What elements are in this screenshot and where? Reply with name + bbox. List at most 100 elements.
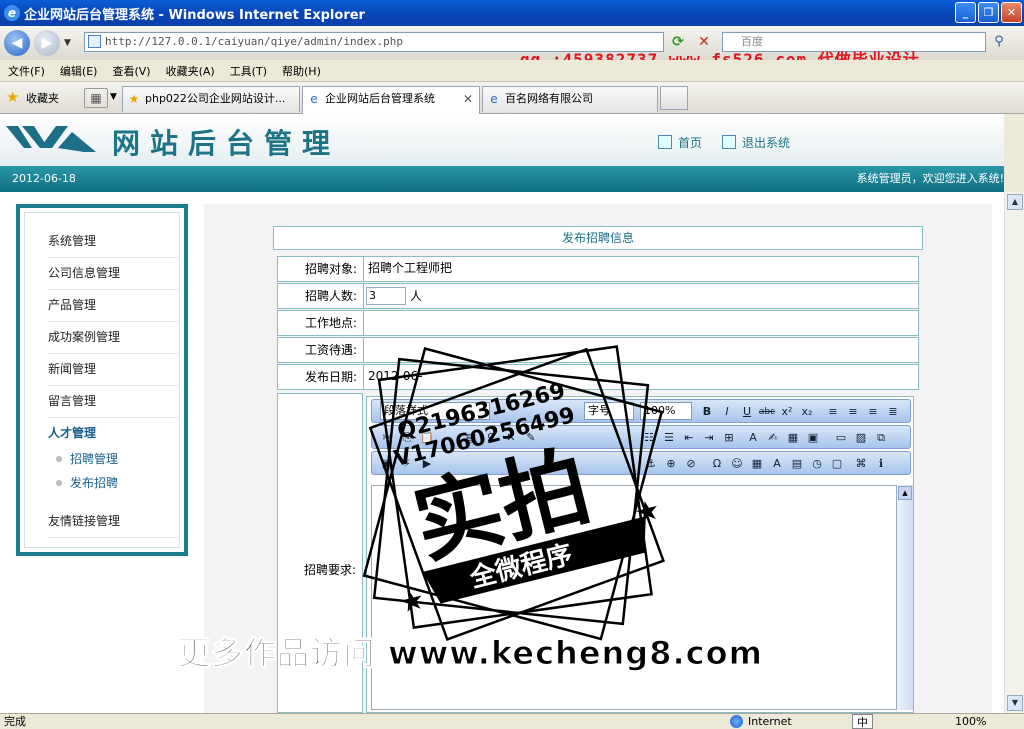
minimize-button[interactable]: _ — [955, 2, 976, 23]
close-window-button[interactable]: ✕ — [1001, 2, 1022, 23]
align-justify-icon[interactable]: ≣ — [884, 403, 902, 421]
form-title: 发布招聘信息 — [273, 226, 923, 250]
back-button[interactable]: ◀ — [4, 30, 30, 56]
align-left-icon[interactable]: ≡ — [824, 403, 842, 421]
sidebar-subitem-recruit-manage[interactable]: 招聘管理 — [55, 450, 118, 467]
site-logo-icon — [6, 126, 96, 152]
flash-icon[interactable]: ⚡ — [398, 455, 416, 473]
time-icon[interactable]: ◷ — [808, 455, 826, 473]
sidebar-section-talent[interactable]: 人才管理 — [48, 424, 96, 441]
image-icon[interactable]: ▣ — [378, 455, 396, 473]
delete-icon[interactable]: ✕ — [502, 429, 520, 447]
about-icon[interactable]: ℹ — [872, 455, 890, 473]
tab-baiming[interactable]: e 百名网络有限公司 — [482, 86, 658, 112]
strikethrough-icon[interactable]: abc — [758, 403, 776, 421]
menu-edit[interactable]: 编辑(E) — [60, 63, 98, 79]
subscript-icon[interactable]: x₂ — [798, 403, 816, 421]
highlight-icon[interactable]: ✍ — [764, 429, 782, 447]
indent-icon[interactable]: ⇥ — [700, 429, 718, 447]
close-tab-icon[interactable]: ✕ — [463, 87, 473, 111]
bold-icon[interactable]: B — [698, 403, 716, 421]
favorites-label[interactable]: 收藏夹 — [26, 90, 59, 106]
underline-icon[interactable]: U — [738, 403, 756, 421]
align-center-icon[interactable]: ≡ — [844, 403, 862, 421]
block-icon[interactable]: ⊞ — [720, 429, 738, 447]
paste-text-icon[interactable]: ▤ — [462, 429, 480, 447]
fullscreen-icon[interactable]: ▭ — [832, 429, 850, 447]
tab-label: 百名网络有限公司 — [505, 92, 593, 105]
italic-icon[interactable]: I — [718, 403, 736, 421]
superscript-icon[interactable]: x² — [778, 403, 796, 421]
text-color-icon[interactable]: A — [744, 429, 762, 447]
home-link[interactable]: 首页 — [658, 134, 702, 151]
quick-tabs-icon[interactable]: ▦ — [84, 88, 108, 108]
menu-file[interactable]: 文件(F) — [8, 63, 45, 79]
sidebar-subitem-publish-recruit[interactable]: 发布招聘 — [55, 474, 118, 491]
paragraph-style-select[interactable]: 段落样式 — [380, 402, 490, 420]
publish-date-input[interactable]: 2012-06- — [366, 365, 422, 387]
recruit-count-input[interactable]: 3 — [366, 287, 406, 305]
sidebar-item-cases[interactable]: 成功案例管理 — [48, 322, 178, 354]
menu-favorites[interactable]: 收藏夹(A) — [166, 63, 215, 79]
paste-icon[interactable]: 📋 — [418, 429, 436, 447]
ie-page-icon: e — [490, 92, 498, 106]
menu-tools[interactable]: 工具(T) — [230, 63, 267, 79]
page-scroll-up-icon[interactable]: ▲ — [1007, 194, 1023, 210]
zoom-select[interactable]: 100% — [640, 402, 692, 420]
sidebar-item-messages[interactable]: 留言管理 — [48, 386, 178, 418]
ime-indicator[interactable]: 中 — [852, 714, 873, 729]
maximize-button[interactable]: ❐ — [978, 2, 999, 23]
site-title: 网站后台管理 — [112, 127, 341, 160]
outdent-icon[interactable]: ⇤ — [680, 429, 698, 447]
clone-icon[interactable]: ⧉ — [872, 429, 890, 447]
link-icon[interactable]: ⊕ — [662, 455, 680, 473]
zoom-level[interactable]: 100% — [955, 714, 986, 729]
unordered-list-icon[interactable]: ☰ — [660, 429, 678, 447]
media-icon[interactable]: ▶ — [418, 455, 436, 473]
scroll-up-icon[interactable]: ▲ — [898, 486, 912, 500]
tab-admin-system[interactable]: e 企业网站后台管理系统 ✕ — [302, 86, 480, 114]
anchor-icon[interactable]: ⚓ — [642, 455, 660, 473]
emoticon-icon[interactable]: ☺ — [728, 455, 746, 473]
cut-icon[interactable]: ✂ — [378, 429, 396, 447]
table-icon[interactable]: ▦ — [784, 429, 802, 447]
editor-toolbar-row3: ▣ ⚡ ▶ ⚓ ⊕ ⊘ Ω ☺ ▦ A ▤ ◷ ▢ ⌘ ℹ — [371, 451, 911, 475]
find-icon[interactable]: ⚲ — [482, 429, 500, 447]
forward-button[interactable]: ▶ — [34, 30, 60, 56]
page-scroll-down-icon[interactable]: ▼ — [1007, 695, 1023, 711]
sidebar-item-news[interactable]: 新闻管理 — [48, 354, 178, 386]
page-icon — [88, 35, 101, 48]
favorites-star-icon[interactable]: ★ — [6, 88, 19, 106]
search-icon[interactable]: ⚲ — [988, 32, 1010, 52]
editor-scrollbar[interactable]: ▲ — [897, 485, 913, 710]
page-scrollbar[interactable]: ▲ ▼ — [1004, 192, 1024, 713]
sidebar-menu: 系统管理 公司信息管理 产品管理 成功案例管理 新闻管理 留言管理 人才管理 招… — [16, 204, 188, 556]
preview-icon[interactable]: ▢ — [828, 455, 846, 473]
align-right-icon[interactable]: ≡ — [864, 403, 882, 421]
clean-icon[interactable]: ✎ — [522, 429, 540, 447]
table-insert-icon[interactable]: ▦ — [748, 455, 766, 473]
editor-content-area[interactable] — [371, 485, 897, 710]
history-dropdown-icon[interactable]: ▼ — [64, 38, 71, 48]
sidebar-item-system[interactable]: 系统管理 — [48, 226, 178, 258]
recruit-target-input[interactable]: 招聘个工程师把 — [366, 257, 452, 279]
sidebar-item-company-info[interactable]: 公司信息管理 — [48, 258, 178, 290]
special-char-icon[interactable]: Ω — [708, 455, 726, 473]
tab-list-dropdown-icon[interactable]: ▼ — [110, 92, 117, 102]
sidebar-item-links[interactable]: 友情链接管理 — [48, 506, 178, 538]
logout-link[interactable]: 退出系统 — [722, 134, 790, 151]
font-icon[interactable]: A — [768, 455, 786, 473]
date-icon[interactable]: ▤ — [788, 455, 806, 473]
code-icon[interactable]: ⌘ — [852, 455, 870, 473]
menu-view[interactable]: 查看(V) — [112, 63, 150, 79]
ordered-list-icon[interactable]: ☷ — [640, 429, 658, 447]
unlink-icon[interactable]: ⊘ — [682, 455, 700, 473]
tab-php022[interactable]: ★ php022公司企业网站设计... — [122, 86, 300, 112]
copy-icon[interactable]: ⎘ — [398, 429, 416, 447]
new-tab-button[interactable] — [660, 86, 688, 110]
sidebar-item-products[interactable]: 产品管理 — [48, 290, 178, 322]
menu-help[interactable]: 帮助(H) — [282, 63, 321, 79]
font-size-select[interactable]: 字号 — [584, 402, 634, 420]
layer-icon[interactable]: ▨ — [852, 429, 870, 447]
image-insert-icon[interactable]: ▣ — [804, 429, 822, 447]
